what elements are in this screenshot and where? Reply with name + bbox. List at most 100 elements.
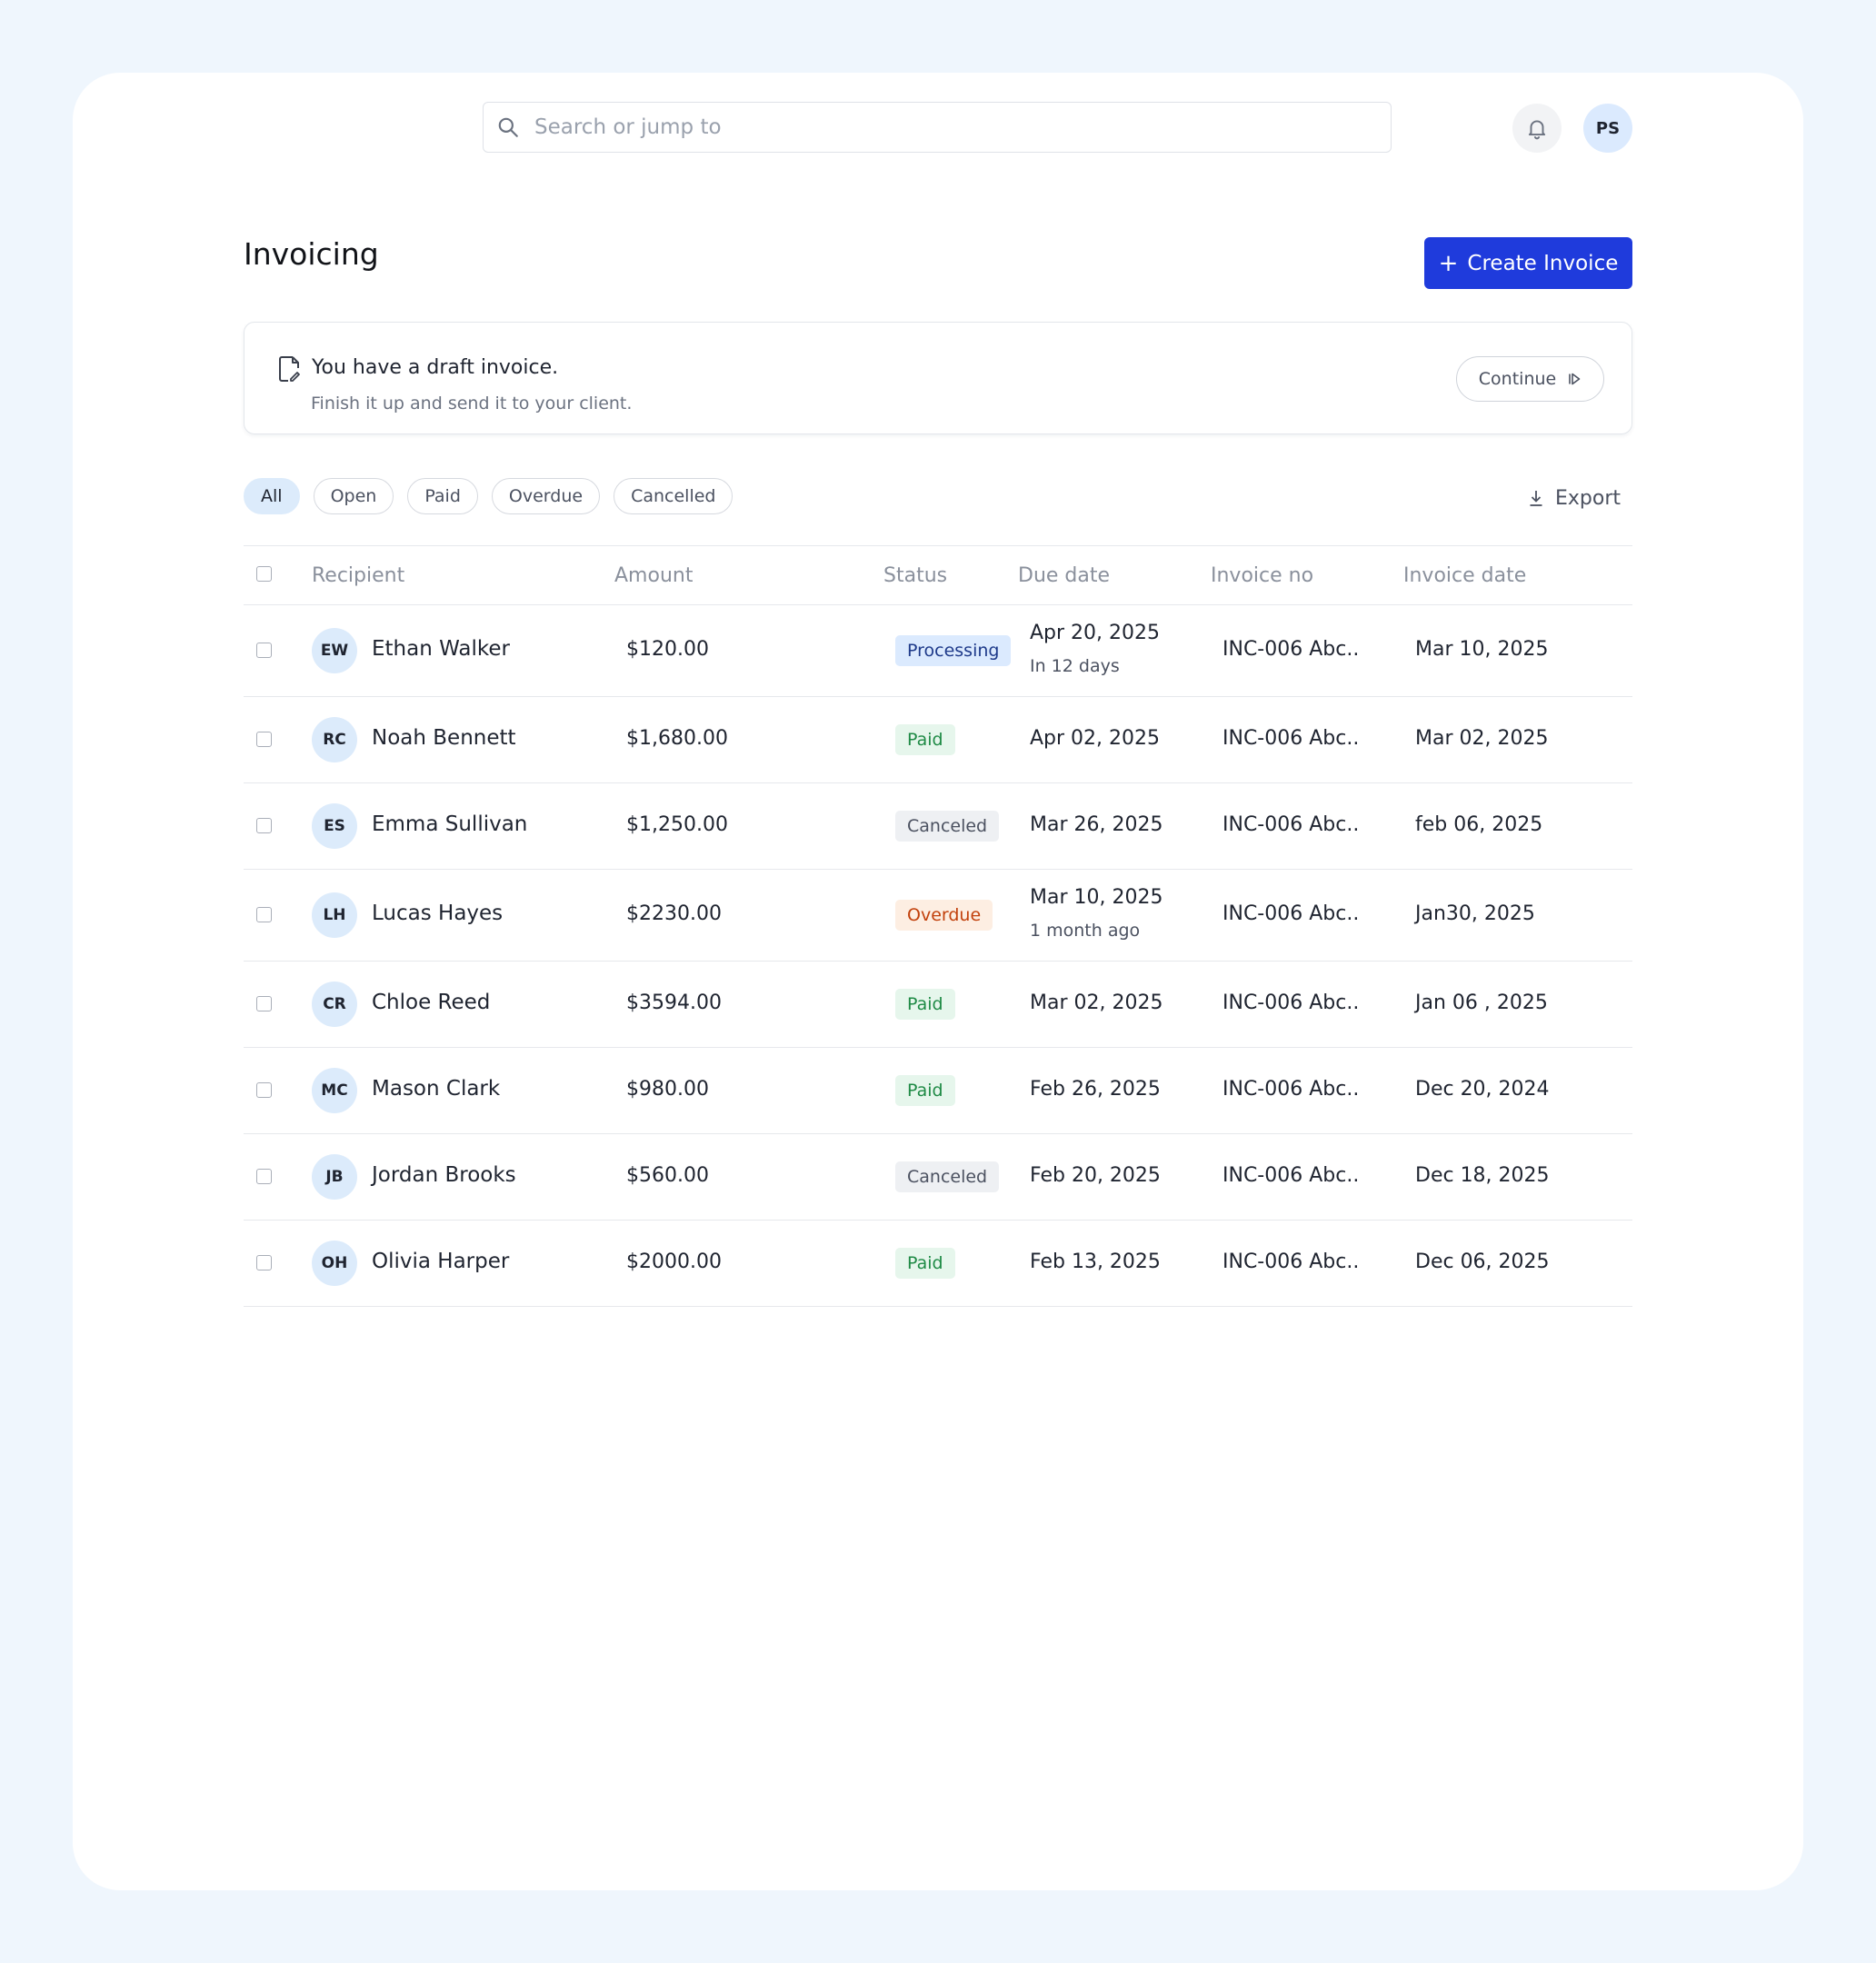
table-row[interactable]: MC Mason Clark $980.00 Paid Feb 26, 2025 INC-… <box>244 1048 1632 1134</box>
recipient-name: Emma Sullivan <box>372 812 528 836</box>
filter-chip-all[interactable]: All <box>244 478 300 514</box>
invoice-date: Mar 02, 2025 <box>1415 727 1549 750</box>
invoice-date: Dec 20, 2024 <box>1415 1078 1550 1101</box>
table-row[interactable]: RC Noah Bennett $1,680.00 Paid Apr 02, 2025 I… <box>244 697 1632 783</box>
plus-icon: + <box>1438 249 1459 277</box>
due-date: Feb 26, 2025 <box>1030 1078 1161 1101</box>
row-checkbox[interactable] <box>256 818 272 833</box>
table-row[interactable]: LH Lucas Hayes $2230.00 Overdue Mar 10, 2025… <box>244 870 1632 962</box>
invoice-number[interactable]: INC-006 Abc.. <box>1222 1078 1359 1101</box>
invoice-amount: $2000.00 <box>626 1251 722 1273</box>
table-row[interactable]: EW Ethan Walker $120.00 Processing Apr 20, 2… <box>244 605 1632 697</box>
app-frame: Search or jump to PS Invoicing + Create … <box>0 0 1876 1963</box>
row-checkbox[interactable] <box>256 643 272 658</box>
draft-title: You have a draft invoice. <box>312 356 559 379</box>
invoice-date: Mar 10, 2025 <box>1415 638 1549 661</box>
column-header-invoice-no[interactable]: Invoice no <box>1211 564 1313 587</box>
status-badge: Processing <box>895 635 1012 666</box>
invoice-number[interactable]: INC-006 Abc.. <box>1222 902 1359 925</box>
due-date: Apr 20, 2025 <box>1030 622 1161 644</box>
invoice-table: Recipient Amount Status Due date Invoice… <box>244 545 1632 1307</box>
row-checkbox[interactable] <box>256 1082 272 1098</box>
due-date-relative: 1 month ago <box>1030 921 1141 941</box>
column-header-amount[interactable]: Amount <box>614 564 693 587</box>
table-row[interactable]: OH Olivia Harper $2000.00 Paid Feb 13, 2025 I… <box>244 1221 1632 1307</box>
row-checkbox[interactable] <box>256 907 272 922</box>
invoice-number[interactable]: INC-006 Abc.. <box>1222 1164 1359 1187</box>
table-row[interactable]: JB Jordan Brooks $560.00 Canceled Feb 20, 20… <box>244 1134 1632 1221</box>
filter-chip-open[interactable]: Open <box>313 478 394 514</box>
recipient-avatar: RC <box>312 717 357 762</box>
bell-icon <box>1528 120 1546 140</box>
play-forward-icon <box>1569 373 1581 385</box>
invoice-number[interactable]: INC-006 Abc.. <box>1222 813 1359 836</box>
invoice-date: Dec 18, 2025 <box>1415 1164 1550 1187</box>
notifications-button[interactable] <box>1512 104 1562 153</box>
due-date: Feb 13, 2025 <box>1030 1251 1161 1273</box>
table-row[interactable]: CR Chloe Reed $3594.00 Paid Mar 02, 2025 INC-… <box>244 962 1632 1048</box>
search-icon <box>498 117 518 137</box>
column-header-due-date[interactable]: Due date <box>1018 564 1110 587</box>
filter-chip-cancelled[interactable]: Cancelled <box>614 478 733 514</box>
due-date: Mar 26, 2025 <box>1030 813 1163 836</box>
recipient-avatar: CR <box>312 982 357 1027</box>
recipient-avatar: JB <box>312 1154 357 1200</box>
invoice-amount: $560.00 <box>626 1164 709 1187</box>
invoice-number[interactable]: INC-006 Abc.. <box>1222 727 1359 750</box>
user-avatar[interactable]: PS <box>1583 104 1632 153</box>
recipient-avatar: LH <box>312 892 357 938</box>
status-filters: All Open Paid Overdue Cancelled <box>244 478 733 516</box>
page-title: Invoicing <box>244 236 379 272</box>
create-invoice-button[interactable]: + Create Invoice <box>1424 237 1632 289</box>
search-input[interactable]: Search or jump to <box>534 115 722 139</box>
select-all-checkbox[interactable] <box>256 566 272 582</box>
column-header-status[interactable]: Status <box>883 564 947 587</box>
draft-banner: You have a draft invoice. Finish it up a… <box>244 322 1632 434</box>
continue-button[interactable]: Continue <box>1456 356 1604 402</box>
invoice-amount: $980.00 <box>626 1078 709 1101</box>
download-icon <box>1530 491 1542 506</box>
row-checkbox[interactable] <box>256 732 272 747</box>
column-header-recipient[interactable]: Recipient <box>312 564 404 587</box>
status-badge: Paid <box>895 989 955 1020</box>
status-badge: Paid <box>895 724 955 755</box>
status-badge: Canceled <box>895 1161 1000 1192</box>
due-date: Feb 20, 2025 <box>1030 1164 1161 1187</box>
status-badge: Overdue <box>895 900 993 931</box>
row-checkbox[interactable] <box>256 1169 272 1184</box>
invoice-number[interactable]: INC-006 Abc.. <box>1222 638 1359 661</box>
search-bar[interactable]: Search or jump to <box>483 102 1392 153</box>
recipient-avatar: ES <box>312 803 357 849</box>
row-checkbox[interactable] <box>256 996 272 1011</box>
filter-chip-paid[interactable]: Paid <box>407 478 478 514</box>
filter-chip-overdue[interactable]: Overdue <box>491 478 601 514</box>
export-button[interactable]: Export <box>1522 481 1626 515</box>
recipient-avatar: MC <box>312 1068 357 1113</box>
row-checkbox[interactable] <box>256 1255 272 1270</box>
status-badge: Paid <box>895 1248 955 1279</box>
recipient-name: Noah Bennett <box>372 726 516 750</box>
invoice-number[interactable]: INC-006 Abc.. <box>1222 991 1359 1014</box>
continue-label: Continue <box>1478 369 1557 389</box>
document-edit-icon <box>279 356 300 382</box>
status-badge: Paid <box>895 1075 955 1106</box>
recipient-name: Olivia Harper <box>372 1250 510 1273</box>
column-header-invoice-date[interactable]: Invoice date <box>1403 564 1526 587</box>
create-invoice-label: Create Invoice <box>1467 251 1619 275</box>
table-body: EW Ethan Walker $120.00 Processing Apr 20, 2… <box>244 605 1632 1307</box>
status-badge: Canceled <box>895 811 1000 842</box>
recipient-avatar: EW <box>312 628 357 673</box>
due-date: Apr 02, 2025 <box>1030 727 1161 750</box>
recipient-name: Lucas Hayes <box>372 902 504 925</box>
table-header: Recipient Amount Status Due date Invoice… <box>244 545 1632 605</box>
invoice-amount: $2230.00 <box>626 902 722 925</box>
invoice-date: feb 06, 2025 <box>1415 813 1543 836</box>
invoice-amount: $1,250.00 <box>626 813 728 836</box>
recipient-avatar: OH <box>312 1241 357 1286</box>
invoice-amount: $1,680.00 <box>626 727 728 750</box>
invoice-amount: $3594.00 <box>626 991 722 1014</box>
invoice-number[interactable]: INC-006 Abc.. <box>1222 1251 1359 1273</box>
table-row[interactable]: ES Emma Sullivan $1,250.00 Canceled Mar 26, … <box>244 783 1632 870</box>
due-date: Mar 10, 2025 <box>1030 886 1163 909</box>
recipient-name: Mason Clark <box>372 1077 501 1101</box>
